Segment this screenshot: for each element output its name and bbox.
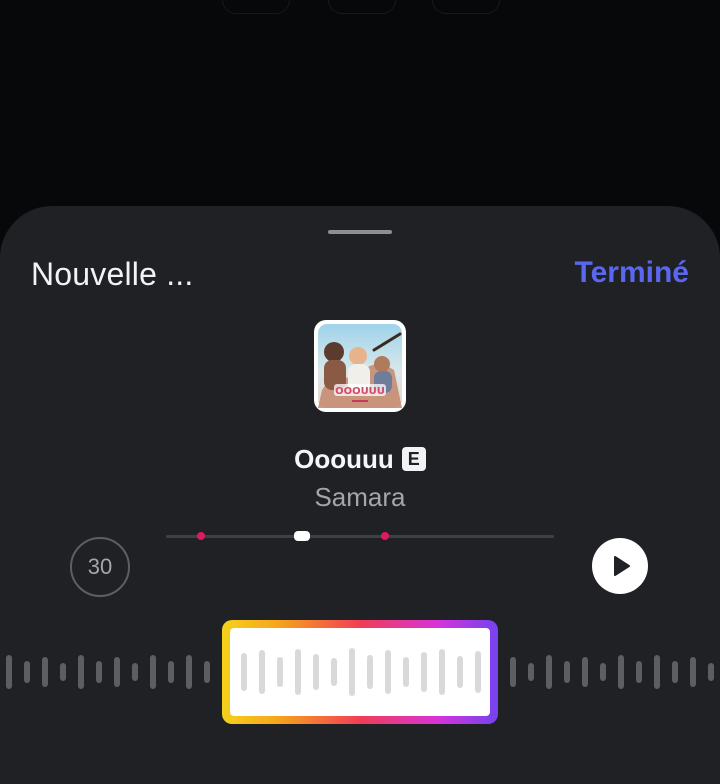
waveform-bar <box>96 661 102 683</box>
sheet-grabber[interactable] <box>328 230 392 234</box>
toolbar-icon[interactable] <box>222 0 290 14</box>
waveform-bar <box>78 655 84 689</box>
seek-marker <box>381 532 389 540</box>
toolbar-icon[interactable] <box>328 0 396 14</box>
artist-name: Samara <box>314 482 406 512</box>
waveform-bar <box>546 655 552 689</box>
track-title-row: Ooouuu E <box>0 444 720 475</box>
clip-duration-button[interactable]: 30 <box>70 537 130 597</box>
waveform-bar <box>618 655 624 689</box>
seek-bar[interactable] <box>166 531 554 541</box>
play-button[interactable] <box>592 538 648 594</box>
waveform-bar <box>186 655 192 689</box>
waveform-bar <box>708 663 714 681</box>
waveform-bar <box>636 661 642 683</box>
waveform-bar <box>564 661 570 683</box>
waveform-bar <box>168 661 174 683</box>
track-title: Ooouuu <box>294 444 394 474</box>
music-picker-screen: Nouvelle ... Terminé OOOUUU Ooouuu E Sam… <box>0 0 720 784</box>
waveform-bar <box>24 661 30 683</box>
album-cover: OOOUUU <box>314 320 406 412</box>
waveform-bar <box>150 655 156 689</box>
waveform-bar <box>114 657 120 687</box>
play-icon <box>614 556 630 576</box>
waveform-bar <box>528 663 534 681</box>
sheet-title: Nouvelle ... <box>31 256 194 292</box>
waveform-bar <box>204 661 210 683</box>
waveform-bar <box>600 663 606 681</box>
toolbar-icon[interactable] <box>432 0 500 14</box>
waveform-bar <box>672 661 678 683</box>
done-button[interactable]: Terminé <box>575 256 689 290</box>
waveform-bar <box>132 663 138 681</box>
waveform-bar <box>690 657 696 687</box>
waveform-bar <box>582 657 588 687</box>
explicit-icon: E <box>401 447 426 471</box>
clip-selection-inner <box>230 628 490 716</box>
waveform-bar <box>6 655 12 689</box>
music-bottom-sheet: Nouvelle ... Terminé OOOUUU Ooouuu E Sam… <box>0 206 720 784</box>
cover-text: OOOUUU <box>335 386 385 397</box>
waveform-bar <box>510 657 516 687</box>
seek-marker <box>197 532 205 540</box>
waveform-bar <box>42 657 48 687</box>
waveform-bar <box>654 655 660 689</box>
top-toolbar <box>222 0 502 14</box>
clip-selection-window[interactable] <box>222 620 498 724</box>
waveform-bar <box>60 663 66 681</box>
seek-thumb[interactable] <box>294 531 310 541</box>
